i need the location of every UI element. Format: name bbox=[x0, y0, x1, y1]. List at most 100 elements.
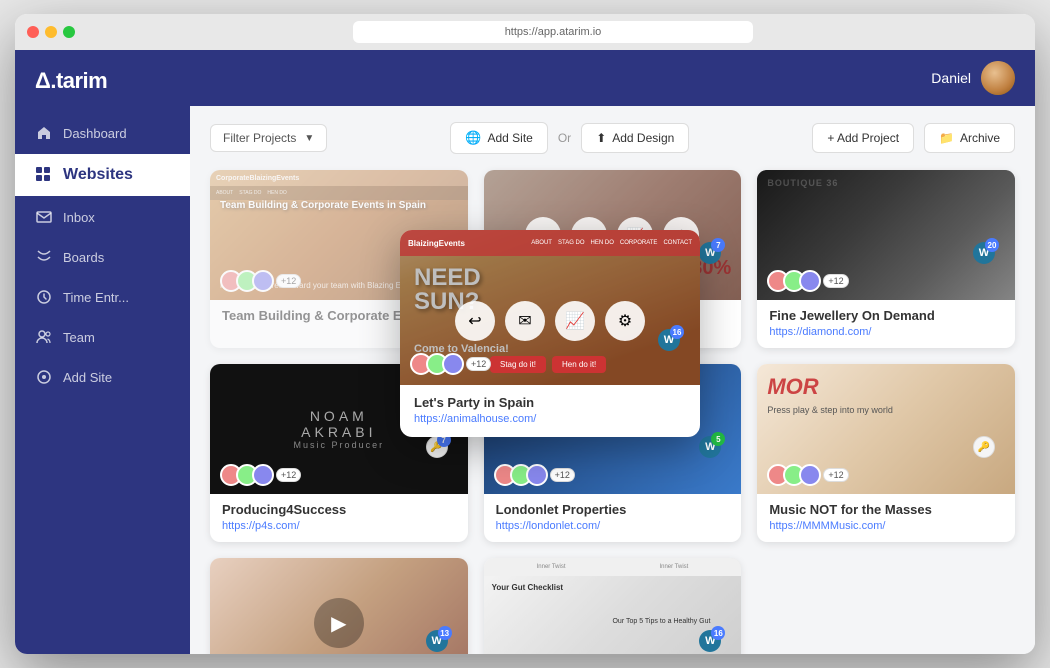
wordpress-icon bbox=[35, 368, 53, 386]
close-dot[interactable] bbox=[27, 26, 39, 38]
maximize-dot[interactable] bbox=[63, 26, 75, 38]
platform-badge-key: 🔑 7 bbox=[426, 436, 448, 458]
expanded-thumbnail: BlaizingEvents ABOUT STAG DO HEN DO CORP… bbox=[400, 230, 700, 385]
platform-badge-expanded: W 16 bbox=[658, 329, 680, 351]
content-area: Filter Projects ▼ 🌐 Add Site Or ⬆ Add De… bbox=[190, 106, 1035, 654]
add-project-button[interactable]: + Add Project bbox=[812, 123, 914, 153]
avatar-3 bbox=[252, 464, 274, 486]
action-btn-analytics[interactable]: 📈 bbox=[555, 301, 595, 341]
or-label: Or bbox=[558, 131, 571, 145]
expanded-title: Let's Party in Spain bbox=[414, 395, 686, 410]
notif-dot-jewellery: 20 bbox=[985, 238, 999, 252]
expanded-url: https://animalhouse.com/ bbox=[414, 413, 686, 425]
browser-window: https://app.atarim.io Δ.tarim Dashboa bbox=[15, 14, 1035, 654]
upload-icon: ⬆ bbox=[596, 131, 606, 145]
filter-projects-button[interactable]: Filter Projects ▼ bbox=[210, 124, 327, 152]
card-footer-3: Fine Jewellery On Demand https://diamond… bbox=[757, 300, 1015, 348]
chevron-down-icon: ▼ bbox=[304, 133, 314, 144]
action-btn-reply[interactable]: ↩ bbox=[455, 301, 495, 341]
sidebar-label-add-site: Add Site bbox=[63, 370, 112, 385]
sidebar-label-team: Team bbox=[63, 330, 95, 345]
action-btn-mail[interactable]: ✉ bbox=[505, 301, 545, 341]
card-footer-5: Londonlet Properties https://londonlet.c… bbox=[484, 494, 742, 542]
avatar-3 bbox=[799, 270, 821, 292]
users-icon bbox=[35, 328, 53, 346]
sidebar-label-time: Time Entr... bbox=[63, 290, 129, 305]
app-container: Δ.tarim Dashboard bbox=[15, 50, 1035, 654]
add-site-label: Add Site bbox=[487, 131, 532, 145]
sidebar-item-boards[interactable]: Boards bbox=[15, 238, 190, 276]
sidebar-label-boards: Boards bbox=[63, 250, 104, 265]
platform-badge-fashion-house: W 13 bbox=[426, 630, 448, 652]
avatar-3 bbox=[526, 464, 548, 486]
platform-badge-jewellery: W 20 bbox=[973, 242, 995, 264]
notif-dot-fashion-house: 13 bbox=[438, 626, 452, 640]
archive-icon: 📁 bbox=[939, 131, 954, 145]
browser-dots bbox=[27, 26, 75, 38]
clock-icon bbox=[35, 288, 53, 306]
chart-icon bbox=[35, 248, 53, 266]
add-site-button[interactable]: 🌐 Add Site bbox=[450, 122, 548, 154]
user-info: Daniel bbox=[931, 61, 1015, 95]
sidebar-label-dashboard: Dashboard bbox=[63, 126, 127, 141]
card-footer-6: Music NOT for the Masses https://MMMMusi… bbox=[757, 494, 1015, 542]
site-icon: 🌐 bbox=[465, 130, 481, 146]
card-avatars-5: +12 bbox=[494, 464, 575, 486]
expanded-site-header: BlaizingEvents ABOUT STAG DO HEN DO CORP… bbox=[400, 230, 700, 256]
grid-icon bbox=[35, 166, 53, 184]
sidebar-item-dashboard[interactable]: Dashboard bbox=[15, 114, 190, 152]
sidebar-item-time-entries[interactable]: Time Entr... bbox=[15, 278, 190, 316]
username-label: Daniel bbox=[931, 70, 971, 86]
archive-label: Archive bbox=[960, 131, 1000, 145]
add-design-label: Add Design bbox=[612, 131, 674, 145]
sidebar-item-inbox[interactable]: Inbox bbox=[15, 198, 190, 236]
project-card-jewellery[interactable]: BOUTIQUE 36 +12 bbox=[757, 170, 1015, 348]
sidebar-nav: Dashboard Websites bbox=[15, 110, 190, 400]
minimize-dot[interactable] bbox=[45, 26, 57, 38]
main-content: Daniel Filter Projects ▼ 🌐 bbox=[190, 50, 1035, 654]
card-avatars: +12 bbox=[220, 270, 301, 292]
stag-do-button[interactable]: Stag do it! bbox=[490, 356, 546, 373]
url-bar[interactable]: https://app.atarim.io bbox=[353, 21, 753, 43]
logo-text: Δ.tarim bbox=[35, 68, 107, 94]
sidebar: Δ.tarim Dashboard bbox=[15, 50, 190, 654]
add-design-button[interactable]: ⬆ Add Design bbox=[581, 123, 689, 153]
logo: Δ.tarim bbox=[15, 50, 190, 110]
card-avatars-3: +12 bbox=[767, 270, 848, 292]
avatar-3 bbox=[799, 464, 821, 486]
thumb-header: CorporateBlaizingEvents bbox=[210, 170, 468, 186]
expanded-action-buttons: Stag do it! Hen do it! bbox=[490, 356, 606, 373]
hen-do-button[interactable]: Hen do it! bbox=[552, 356, 606, 373]
sidebar-item-websites[interactable]: Websites bbox=[15, 154, 190, 196]
sidebar-item-team[interactable]: Team bbox=[15, 318, 190, 356]
sidebar-label-websites: Websites bbox=[63, 166, 133, 184]
avatar-3 bbox=[442, 353, 464, 375]
thumb-nav: ABOUTSTAG DOHEN DO bbox=[210, 186, 468, 200]
app-header: Daniel bbox=[190, 50, 1035, 106]
grid-wrapper: CorporateBlaizingEvents ABOUTSTAG DOHEN … bbox=[210, 170, 1015, 654]
expanded-footer: Let's Party in Spain https://animalhouse… bbox=[400, 385, 700, 437]
toolbar-center: 🌐 Add Site Or ⬆ Add Design bbox=[450, 122, 689, 154]
avatar-3 bbox=[252, 270, 274, 292]
card-footer-4: Producing4Success https://p4s.com/ 🔑 7 bbox=[210, 494, 468, 542]
archive-button[interactable]: 📁 Archive bbox=[924, 123, 1015, 153]
sidebar-item-add-site[interactable]: Add Site bbox=[15, 358, 190, 396]
toolbar: Filter Projects ▼ 🌐 Add Site Or ⬆ Add De… bbox=[210, 122, 1015, 154]
filter-label: Filter Projects bbox=[223, 131, 296, 145]
platform-badge-music: 🔑 bbox=[973, 436, 995, 458]
avatar[interactable] bbox=[981, 61, 1015, 95]
expanded-avatars: +12 bbox=[410, 353, 491, 375]
toolbar-right: + Add Project 📁 Archive bbox=[812, 123, 1015, 153]
url-text: https://app.atarim.io bbox=[505, 26, 602, 38]
project-card-fashion-house[interactable]: ▶ +12 Fashion In The House bbox=[210, 558, 468, 654]
expanded-card-party[interactable]: BlaizingEvents ABOUT STAG DO HEN DO CORP… bbox=[400, 230, 700, 437]
notif-dot-expanded: 16 bbox=[670, 325, 684, 339]
action-btn-settings[interactable]: ⚙ bbox=[605, 301, 645, 341]
add-project-label: + Add Project bbox=[827, 131, 899, 145]
browser-bar: https://app.atarim.io bbox=[15, 14, 1035, 50]
card-avatars-4: +12 bbox=[220, 464, 301, 486]
project-card-music[interactable]: MOR Press play & step into my world +12 bbox=[757, 364, 1015, 542]
mail-icon bbox=[35, 208, 53, 226]
project-card-gut[interactable]: Inner Twist Inner Twist Your Gut Checkli… bbox=[484, 558, 742, 654]
sidebar-label-inbox: Inbox bbox=[63, 210, 95, 225]
